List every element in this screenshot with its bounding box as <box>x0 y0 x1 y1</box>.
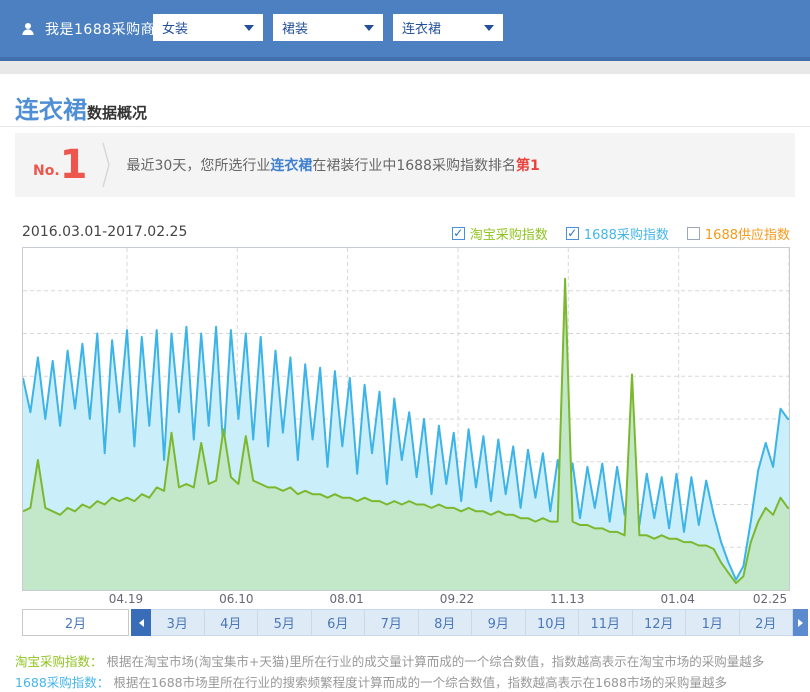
dropdown-value: 裙装 <box>282 18 308 37</box>
month-tab[interactable]: 5月 <box>258 610 312 635</box>
header-shadow-strip <box>0 61 810 74</box>
month-tabs: 3月4月5月6月7月8月9月10月11月12月1月2月 <box>151 609 793 636</box>
page-title: 连衣裙 数据概况 <box>15 90 147 125</box>
x-axis-tick-label: 06.10 <box>219 592 253 606</box>
dropdown-arrow-icon <box>484 25 494 31</box>
x-axis: 04.19 06.10 08.01 09.22 11.13 01.04 02.25 <box>22 592 788 606</box>
legend-label: 1688供应指数 <box>705 224 790 243</box>
x-axis-tick-label: 11.13 <box>550 592 584 606</box>
rank-value: 第1 <box>516 158 540 174</box>
rank-text-before: 最近30天，您所选行业 <box>127 158 271 174</box>
footnote-label: 淘宝采购指数： <box>15 654 103 669</box>
trend-chart[interactable] <box>22 247 790 591</box>
month-tab[interactable]: 11月 <box>579 610 633 635</box>
checkbox-unchecked-icon[interactable] <box>687 227 700 240</box>
page: 我是1688采购商 女装 裙装 连衣裙 连衣裙 数据概况 No. 1 <box>0 0 810 692</box>
date-range-label: 2016.03.01-2017.02.25 <box>22 224 187 240</box>
prev-month-button[interactable] <box>131 609 151 636</box>
month-tab[interactable]: 9月 <box>472 610 526 635</box>
user-menu[interactable]: 我是1688采购商 <box>20 19 172 39</box>
month-tab[interactable]: 3月 <box>151 610 205 635</box>
chart-plot-area[interactable] <box>23 248 789 590</box>
rank-banner: No. 1 最近30天，您所选行业连衣裙在裙装行业中1688采购指数排名第1 <box>15 133 795 197</box>
header-bar: 我是1688采购商 女装 裙装 连衣裙 <box>0 0 810 61</box>
next-month-button[interactable] <box>793 609 808 636</box>
legend-label: 淘宝采购指数 <box>470 224 548 243</box>
month-tab[interactable]: 1月 <box>686 610 740 635</box>
user-icon <box>20 21 36 37</box>
category-dropdown-2[interactable]: 裙装 <box>273 14 383 41</box>
dropdown-value: 连衣裙 <box>402 18 441 37</box>
legend-label: 1688采购指数 <box>584 224 669 243</box>
rank-badge: No. 1 <box>33 148 88 182</box>
legend-item[interactable]: ✓ 淘宝采购指数 <box>452 224 548 243</box>
rank-sentence: 最近30天，您所选行业连衣裙在裙装行业中1688采购指数排名第1 <box>127 155 540 175</box>
x-axis-tick-label: 01.04 <box>660 592 694 606</box>
x-axis-tick-label: 09.22 <box>440 592 474 606</box>
x-axis-tick-label: 02.25 <box>753 592 787 606</box>
arrow-left-icon <box>139 619 144 627</box>
footnote-1688-index: 1688采购指数： 根据在1688市场里所在行业的搜索频繁程度计算而成的一个综合数… <box>15 672 727 691</box>
month-tab[interactable]: 8月 <box>419 610 473 635</box>
footnote-text: 根据在1688市场里所在行业的搜索频繁程度计算而成的一个综合数值，指数越高表示在… <box>113 675 727 690</box>
x-axis-tick-label: 04.19 <box>109 592 143 606</box>
month-tab[interactable]: 6月 <box>312 610 366 635</box>
category-dropdown-1[interactable]: 女装 <box>153 14 263 41</box>
month-tab[interactable]: 4月 <box>205 610 259 635</box>
rank-number: 1 <box>60 148 88 182</box>
divider <box>0 126 810 127</box>
footnote-taobao-index: 淘宝采购指数： 根据在淘宝市场(淘宝集市+天猫)里所在行业的成交量计算而成的一个综… <box>15 651 764 670</box>
checkbox-checked-icon[interactable]: ✓ <box>566 227 579 240</box>
page-title-keyword: 连衣裙 <box>15 90 87 125</box>
dropdown-arrow-icon <box>244 25 254 31</box>
legend-item[interactable]: 1688供应指数 <box>687 224 790 243</box>
month-tab[interactable]: 10月 <box>526 610 580 635</box>
month-tab-active[interactable]: 2月 <box>22 609 129 636</box>
checkbox-checked-icon[interactable]: ✓ <box>452 227 465 240</box>
legend-item[interactable]: ✓ 1688采购指数 <box>566 224 669 243</box>
month-tab[interactable]: 12月 <box>633 610 687 635</box>
arrow-right-icon <box>798 619 803 627</box>
chevron-divider-icon <box>102 142 111 188</box>
rank-no-label: No. <box>33 164 60 182</box>
footnote-text: 根据在淘宝市场(淘宝集市+天猫)里所在行业的成交量计算而成的一个综合数值，指数越… <box>107 654 765 669</box>
dropdown-value: 女装 <box>162 18 188 37</box>
x-axis-tick-label: 08.01 <box>329 592 363 606</box>
chart-legend: ✓ 淘宝采购指数 ✓ 1688采购指数 1688供应指数 <box>452 224 790 243</box>
footnote-label: 1688采购指数： <box>15 675 109 690</box>
month-tab[interactable]: 7月 <box>365 610 419 635</box>
user-menu-label: 我是1688采购商 <box>45 19 155 39</box>
rank-text-middle: 在裙装行业中1688采购指数排名 <box>312 158 516 174</box>
rank-keyword: 连衣裙 <box>270 158 312 174</box>
month-selector: 2月 3月4月5月6月7月8月9月10月11月12月1月2月 <box>22 609 808 636</box>
dropdown-arrow-icon <box>364 25 374 31</box>
month-tab[interactable]: 2月 <box>740 610 794 635</box>
page-title-suffix: 数据概况 <box>87 102 147 123</box>
category-dropdown-3[interactable]: 连衣裙 <box>393 14 503 41</box>
